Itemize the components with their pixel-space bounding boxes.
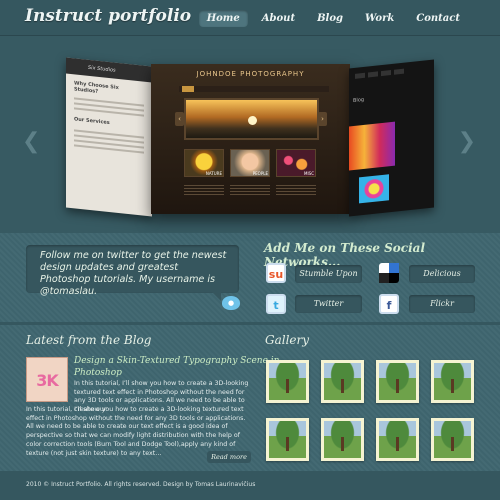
slide-main[interactable]: JOHNDOE PHOTOGRAPHY ‹ › NATURE PEOPLE MI…: [151, 64, 350, 214]
read-more-button[interactable]: Read more: [207, 451, 251, 463]
gallery-thumb[interactable]: [376, 360, 419, 403]
slide-right-tabs: [355, 68, 404, 79]
thumb-label: MISC: [304, 171, 314, 176]
stumbleupon-button[interactable]: Stumble Upon: [295, 265, 362, 283]
slide-left[interactable]: Six Studios Why Choose Six Studios? Our …: [66, 57, 152, 217]
gallery-thumb[interactable]: [266, 360, 309, 403]
header: Instruct portfolio Home About Blog Work …: [0, 0, 500, 36]
nav-blog[interactable]: Blog: [309, 10, 351, 27]
nav-work[interactable]: Work: [357, 10, 402, 27]
slide-text-lines: [184, 185, 316, 195]
twitter-icon[interactable]: t: [266, 294, 286, 314]
gallery-thumb[interactable]: [431, 418, 474, 461]
gallery-thumb[interactable]: [431, 360, 474, 403]
twitter-bubble: Follow me on twitter to get the newest d…: [26, 245, 239, 297]
section-divider: [0, 322, 500, 325]
delicious-icon[interactable]: [379, 263, 399, 283]
site-logo[interactable]: Instruct portfolio: [25, 6, 191, 26]
thumb-people[interactable]: PEOPLE: [230, 149, 270, 177]
delicious-button[interactable]: Delicious: [409, 265, 475, 283]
blog-post-title[interactable]: Design a Skin-Textured Typography Scene …: [74, 355, 284, 379]
twitter-message: Follow me on twitter to get the newest d…: [40, 250, 227, 297]
footer-copyright: 2010 © Instruct Portfolio. All rights re…: [26, 481, 256, 488]
flickr-button[interactable]: Flickr: [409, 295, 475, 313]
slide-thumbs: NATURE PEOPLE MISC: [184, 149, 316, 177]
slider-next-icon[interactable]: ❯: [458, 129, 476, 154]
bubble-tail: [211, 291, 221, 301]
hero-prev-icon[interactable]: ‹: [175, 112, 184, 126]
blog-post-thumbnail[interactable]: 3K: [26, 357, 68, 402]
gallery-thumb[interactable]: [376, 418, 419, 461]
slide-main-title: JOHNDOE PHOTOGRAPHY: [196, 70, 305, 78]
slide-right-image: [349, 121, 395, 171]
nav-about[interactable]: About: [254, 10, 303, 27]
blog-heading: Latest from the Blog: [26, 333, 152, 347]
flickr-icon[interactable]: f: [379, 294, 399, 314]
portfolio-slider: ❮ ❯ Six Studios Why Choose Six Studios? …: [0, 36, 500, 233]
nav-home[interactable]: Home: [198, 10, 248, 27]
thumb-label: NATURE: [205, 171, 222, 176]
stumbleupon-icon[interactable]: su: [266, 263, 286, 283]
hero-image: [184, 98, 319, 140]
slide-main-nav-bar: [179, 86, 329, 92]
gallery-thumb[interactable]: [321, 418, 364, 461]
main-nav: Home About Blog Work Contact: [198, 10, 468, 27]
nav-contact[interactable]: Contact: [408, 10, 468, 27]
slide-right[interactable]: Blog: [349, 59, 434, 217]
twitter-bird-icon[interactable]: ●: [222, 296, 240, 310]
slide-right-image: [359, 174, 389, 204]
gallery-thumb[interactable]: [266, 418, 309, 461]
thumb-misc[interactable]: MISC: [276, 149, 316, 177]
slider-prev-icon[interactable]: ❮: [22, 129, 40, 154]
hero-next-icon[interactable]: ›: [318, 112, 327, 126]
thumb-nature[interactable]: NATURE: [184, 149, 224, 177]
slide-right-heading: Blog: [353, 96, 365, 105]
gallery-thumb[interactable]: [321, 360, 364, 403]
thumb-label: PEOPLE: [252, 171, 268, 176]
twitter-button[interactable]: Twitter: [295, 295, 362, 313]
footer: 2010 © Instruct Portfolio. All rights re…: [0, 471, 500, 500]
gallery-heading: Gallery: [265, 333, 310, 347]
